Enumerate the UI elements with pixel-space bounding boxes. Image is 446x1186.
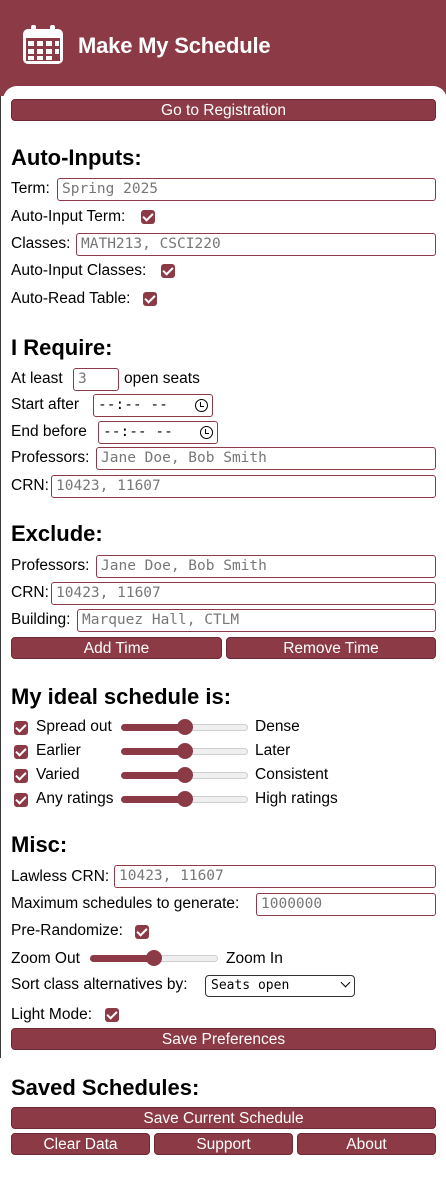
lawless-crn-input[interactable]: 10423, 11607 — [114, 865, 436, 888]
slider-fill — [121, 772, 185, 779]
app-header: Make My Schedule — [0, 0, 446, 96]
term-input[interactable]: Spring 2025 — [57, 178, 436, 201]
open-seats-label: open seats — [124, 370, 200, 387]
calendar-icon — [23, 25, 63, 64]
ideal-row-slider[interactable] — [121, 719, 248, 735]
chevron-down-icon — [340, 977, 351, 988]
end-before-time-input[interactable]: --:-- -- — [98, 421, 218, 444]
panel-border — [0, 96, 1, 1058]
app-title: Make My Schedule — [78, 33, 271, 58]
ideal-row-checkbox[interactable] — [14, 745, 28, 759]
require-crn-label: CRN: — [11, 477, 49, 494]
ideal-row-checkbox[interactable] — [14, 793, 28, 807]
clock-icon[interactable] — [200, 426, 213, 439]
lawless-crn-label: Lawless CRN: — [11, 868, 110, 885]
exclude-professors-input[interactable]: Jane Doe, Bob Smith — [96, 555, 436, 578]
exclude-crn-input[interactable]: 10423, 11607 — [51, 582, 436, 605]
auto-input-classes-checkbox[interactable] — [161, 264, 175, 278]
sort-alternatives-select[interactable]: Seats open — [205, 975, 355, 997]
max-schedules-label: Maximum schedules to generate: — [11, 895, 240, 912]
end-before-label: End before — [11, 423, 87, 440]
slider-knob[interactable] — [176, 767, 193, 783]
ideal-row-right-label: High ratings — [255, 790, 338, 807]
pre-randomize-checkbox[interactable] — [135, 925, 149, 939]
support-button[interactable]: Support — [154, 1133, 293, 1155]
remove-time-button[interactable]: Remove Time — [226, 637, 436, 659]
ideal-row-right-label: Consistent — [255, 766, 329, 783]
about-button[interactable]: About — [297, 1133, 436, 1155]
exclude-crn-label: CRN: — [11, 584, 49, 601]
ideal-row-left-label: Varied — [36, 766, 80, 783]
ideal-row-left-label: Spread out — [36, 718, 112, 735]
go-to-registration-button[interactable]: Go to Registration — [11, 99, 436, 121]
exclude-professors-label: Professors: — [11, 557, 90, 574]
require-heading: I Require: — [11, 335, 113, 360]
min-seats-input[interactable]: 3 — [73, 368, 119, 391]
ideal-schedule-heading: My ideal schedule is: — [11, 684, 232, 709]
auto-read-table-label: Auto-Read Table: — [11, 290, 131, 307]
sort-alternatives-value: Seats open — [211, 978, 290, 993]
auto-read-table-checkbox[interactable] — [143, 292, 157, 306]
building-input[interactable]: Marquez Hall, CTLM — [77, 609, 436, 632]
clock-icon[interactable] — [195, 399, 208, 412]
saved-schedules-heading: Saved Schedules: — [11, 1075, 200, 1100]
misc-heading: Misc: — [11, 832, 68, 857]
classes-label: Classes: — [11, 235, 71, 252]
ideal-row-checkbox[interactable] — [14, 721, 28, 735]
ideal-row-slider[interactable] — [121, 767, 248, 783]
ideal-row-checkbox[interactable] — [14, 769, 28, 783]
slider-fill — [121, 748, 185, 755]
slider-knob[interactable] — [176, 719, 193, 735]
end-before-time-value: --:-- -- — [103, 424, 173, 440]
auto-input-classes-label: Auto-Input Classes: — [11, 262, 147, 279]
ideal-row-left-label: Earlier — [36, 742, 81, 759]
exclude-heading: Exclude: — [11, 521, 103, 546]
ideal-row-left-label: Any ratings — [36, 790, 114, 807]
light-mode-checkbox[interactable] — [105, 1008, 119, 1022]
classes-input[interactable]: MATH213, CSCI220 — [76, 233, 436, 256]
require-professors-input[interactable]: Jane Doe, Bob Smith — [96, 447, 436, 470]
zoom-out-label: Zoom Out — [11, 950, 80, 967]
clear-data-button[interactable]: Clear Data — [11, 1133, 150, 1155]
add-time-button[interactable]: Add Time — [11, 637, 222, 659]
start-after-time-input[interactable]: --:-- -- — [93, 394, 213, 417]
auto-inputs-heading: Auto-Inputs: — [11, 145, 142, 170]
require-crn-input[interactable]: 10423, 11607 — [51, 475, 436, 498]
auto-input-term-checkbox[interactable] — [141, 210, 155, 224]
start-after-time-value: --:-- -- — [98, 397, 168, 413]
slider-knob[interactable] — [176, 791, 193, 807]
ideal-row-slider[interactable] — [121, 743, 248, 759]
save-preferences-button[interactable]: Save Preferences — [11, 1028, 436, 1050]
slider-fill — [121, 796, 185, 803]
require-professors-label: Professors: — [11, 449, 90, 466]
building-label: Building: — [11, 611, 71, 628]
ideal-row-slider[interactable] — [121, 791, 248, 807]
max-schedules-input[interactable]: 1000000 — [256, 893, 436, 916]
slider-knob[interactable] — [176, 743, 193, 759]
pre-randomize-label: Pre-Randomize: — [11, 922, 123, 939]
start-after-label: Start after — [11, 396, 80, 413]
sort-alternatives-label: Sort class alternatives by: — [11, 976, 188, 993]
at-least-label: At least — [11, 370, 63, 387]
ideal-row-right-label: Later — [255, 742, 291, 759]
zoom-slider[interactable] — [90, 950, 218, 966]
zoom-slider-knob[interactable] — [146, 950, 162, 966]
ideal-row-right-label: Dense — [255, 718, 300, 735]
save-current-schedule-button[interactable]: Save Current Schedule — [11, 1107, 436, 1129]
term-label: Term: — [11, 180, 50, 197]
light-mode-label: Light Mode: — [11, 1006, 92, 1023]
slider-fill — [121, 724, 185, 731]
auto-input-term-label: Auto-Input Term: — [11, 208, 126, 225]
zoom-slider-fill — [90, 955, 154, 962]
zoom-in-label: Zoom In — [226, 950, 283, 967]
